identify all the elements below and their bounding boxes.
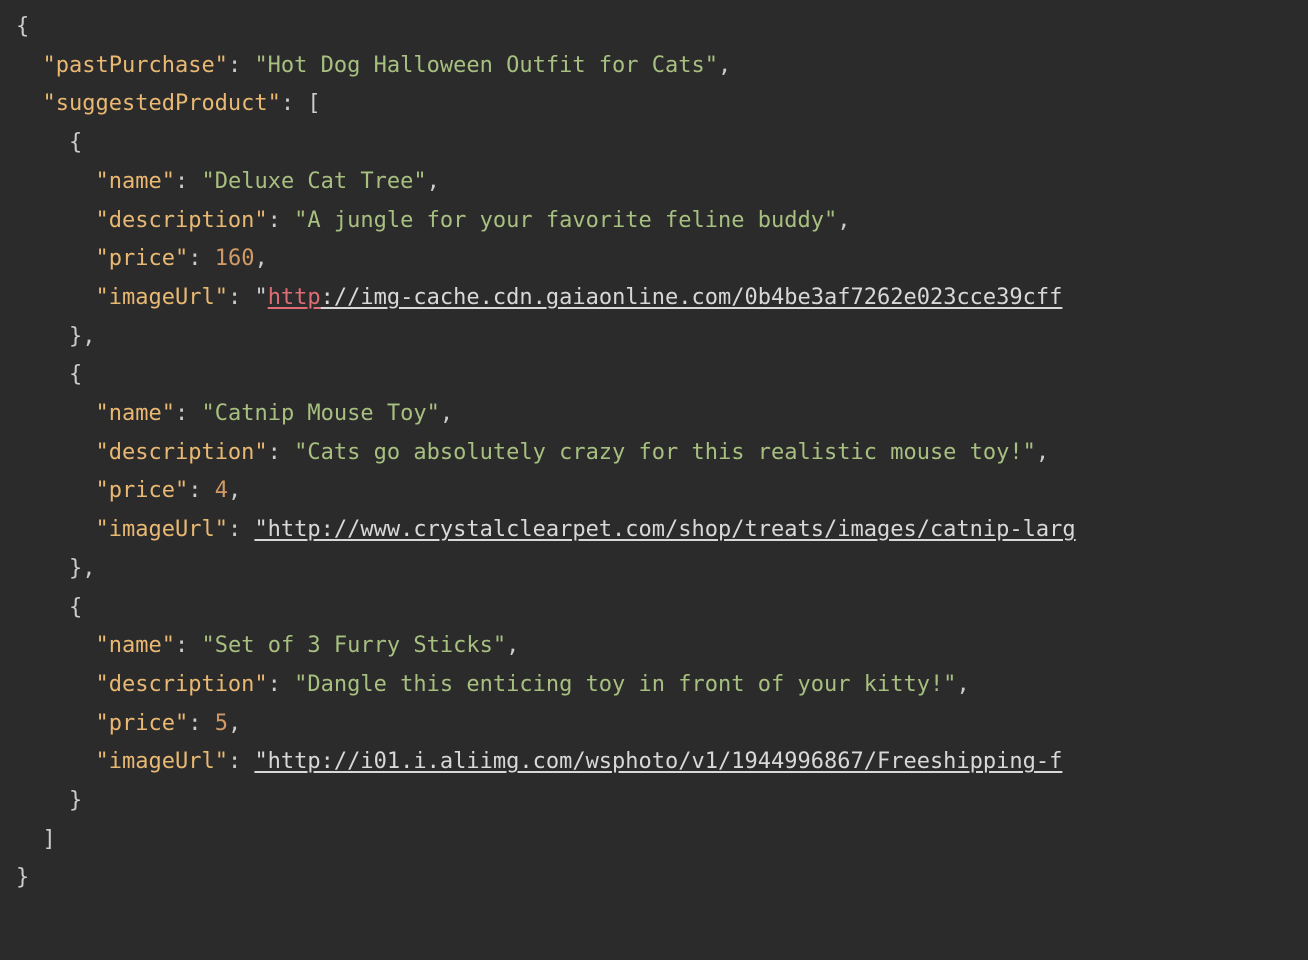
- key-pastPurchase: "pastPurchase": [43, 53, 228, 78]
- brace-open: {: [69, 595, 82, 620]
- key-name: "name": [95, 633, 174, 658]
- colon: :: [228, 749, 255, 774]
- colon: :: [268, 672, 295, 697]
- key-description: "description": [95, 208, 267, 233]
- value-p1-desc: "A jungle for your favorite feline buddy…: [294, 208, 837, 233]
- colon: :: [188, 246, 215, 271]
- key-description: "description": [95, 440, 267, 465]
- value-p1-url-rest: ://img-cache.cdn.gaiaonline.com/0b4be3af…: [321, 285, 1063, 310]
- comma: ,: [254, 246, 267, 271]
- key-price: "price": [95, 246, 188, 271]
- brace-open: {: [69, 362, 82, 387]
- brace-close-comma: },: [69, 556, 96, 581]
- value-p3-name: "Set of 3 Furry Sticks": [201, 633, 506, 658]
- comma: ,: [1036, 440, 1049, 465]
- comma: ,: [956, 672, 969, 697]
- key-imageUrl: "imageUrl": [95, 749, 227, 774]
- colon: :: [268, 208, 295, 233]
- key-suggestedProduct: "suggestedProduct": [43, 91, 281, 116]
- colon: :: [228, 53, 255, 78]
- value-p3-url: "http://i01.i.aliimg.com/wsphoto/v1/1944…: [254, 749, 1062, 774]
- value-p3-price: 5: [215, 711, 228, 736]
- bracket-open: [: [307, 91, 320, 116]
- value-p2-price: 4: [215, 478, 228, 503]
- comma: ,: [228, 478, 241, 503]
- value-p1-name: "Deluxe Cat Tree": [201, 169, 426, 194]
- json-code-block: { "pastPurchase": "Hot Dog Halloween Out…: [0, 0, 1308, 898]
- key-price: "price": [95, 478, 188, 503]
- colon: :: [268, 440, 295, 465]
- key-imageUrl: "imageUrl": [95, 517, 227, 542]
- key-price: "price": [95, 711, 188, 736]
- colon: :: [188, 478, 215, 503]
- brace-close-comma: },: [69, 324, 96, 349]
- comma: ,: [837, 208, 850, 233]
- value-p2-name: "Catnip Mouse Toy": [201, 401, 439, 426]
- comma: ,: [506, 633, 519, 658]
- colon: :: [175, 401, 202, 426]
- bracket-close: ]: [43, 827, 56, 852]
- value-p2-desc: "Cats go absolutely crazy for this reali…: [294, 440, 1036, 465]
- colon: :: [228, 517, 255, 542]
- colon: :: [228, 285, 255, 310]
- colon: :: [175, 169, 202, 194]
- value-p1-url-quote: ": [254, 285, 267, 310]
- brace-close: }: [69, 788, 82, 813]
- value-pastPurchase: "Hot Dog Halloween Outfit for Cats": [254, 53, 718, 78]
- brace-open: {: [69, 130, 82, 155]
- comma: ,: [718, 53, 731, 78]
- colon: :: [188, 711, 215, 736]
- colon: :: [175, 633, 202, 658]
- colon: :: [281, 91, 308, 116]
- key-name: "name": [95, 169, 174, 194]
- brace-close: }: [16, 865, 29, 890]
- key-name: "name": [95, 401, 174, 426]
- value-p1-price: 160: [215, 246, 255, 271]
- comma: ,: [427, 169, 440, 194]
- comma: ,: [440, 401, 453, 426]
- key-imageUrl: "imageUrl": [95, 285, 227, 310]
- value-p3-desc: "Dangle this enticing toy in front of yo…: [294, 672, 956, 697]
- brace-open: {: [16, 14, 29, 39]
- value-p1-url-scheme: http: [268, 285, 321, 310]
- value-p2-url: "http://www.crystalclearpet.com/shop/tre…: [254, 517, 1075, 542]
- comma: ,: [228, 711, 241, 736]
- key-description: "description": [95, 672, 267, 697]
